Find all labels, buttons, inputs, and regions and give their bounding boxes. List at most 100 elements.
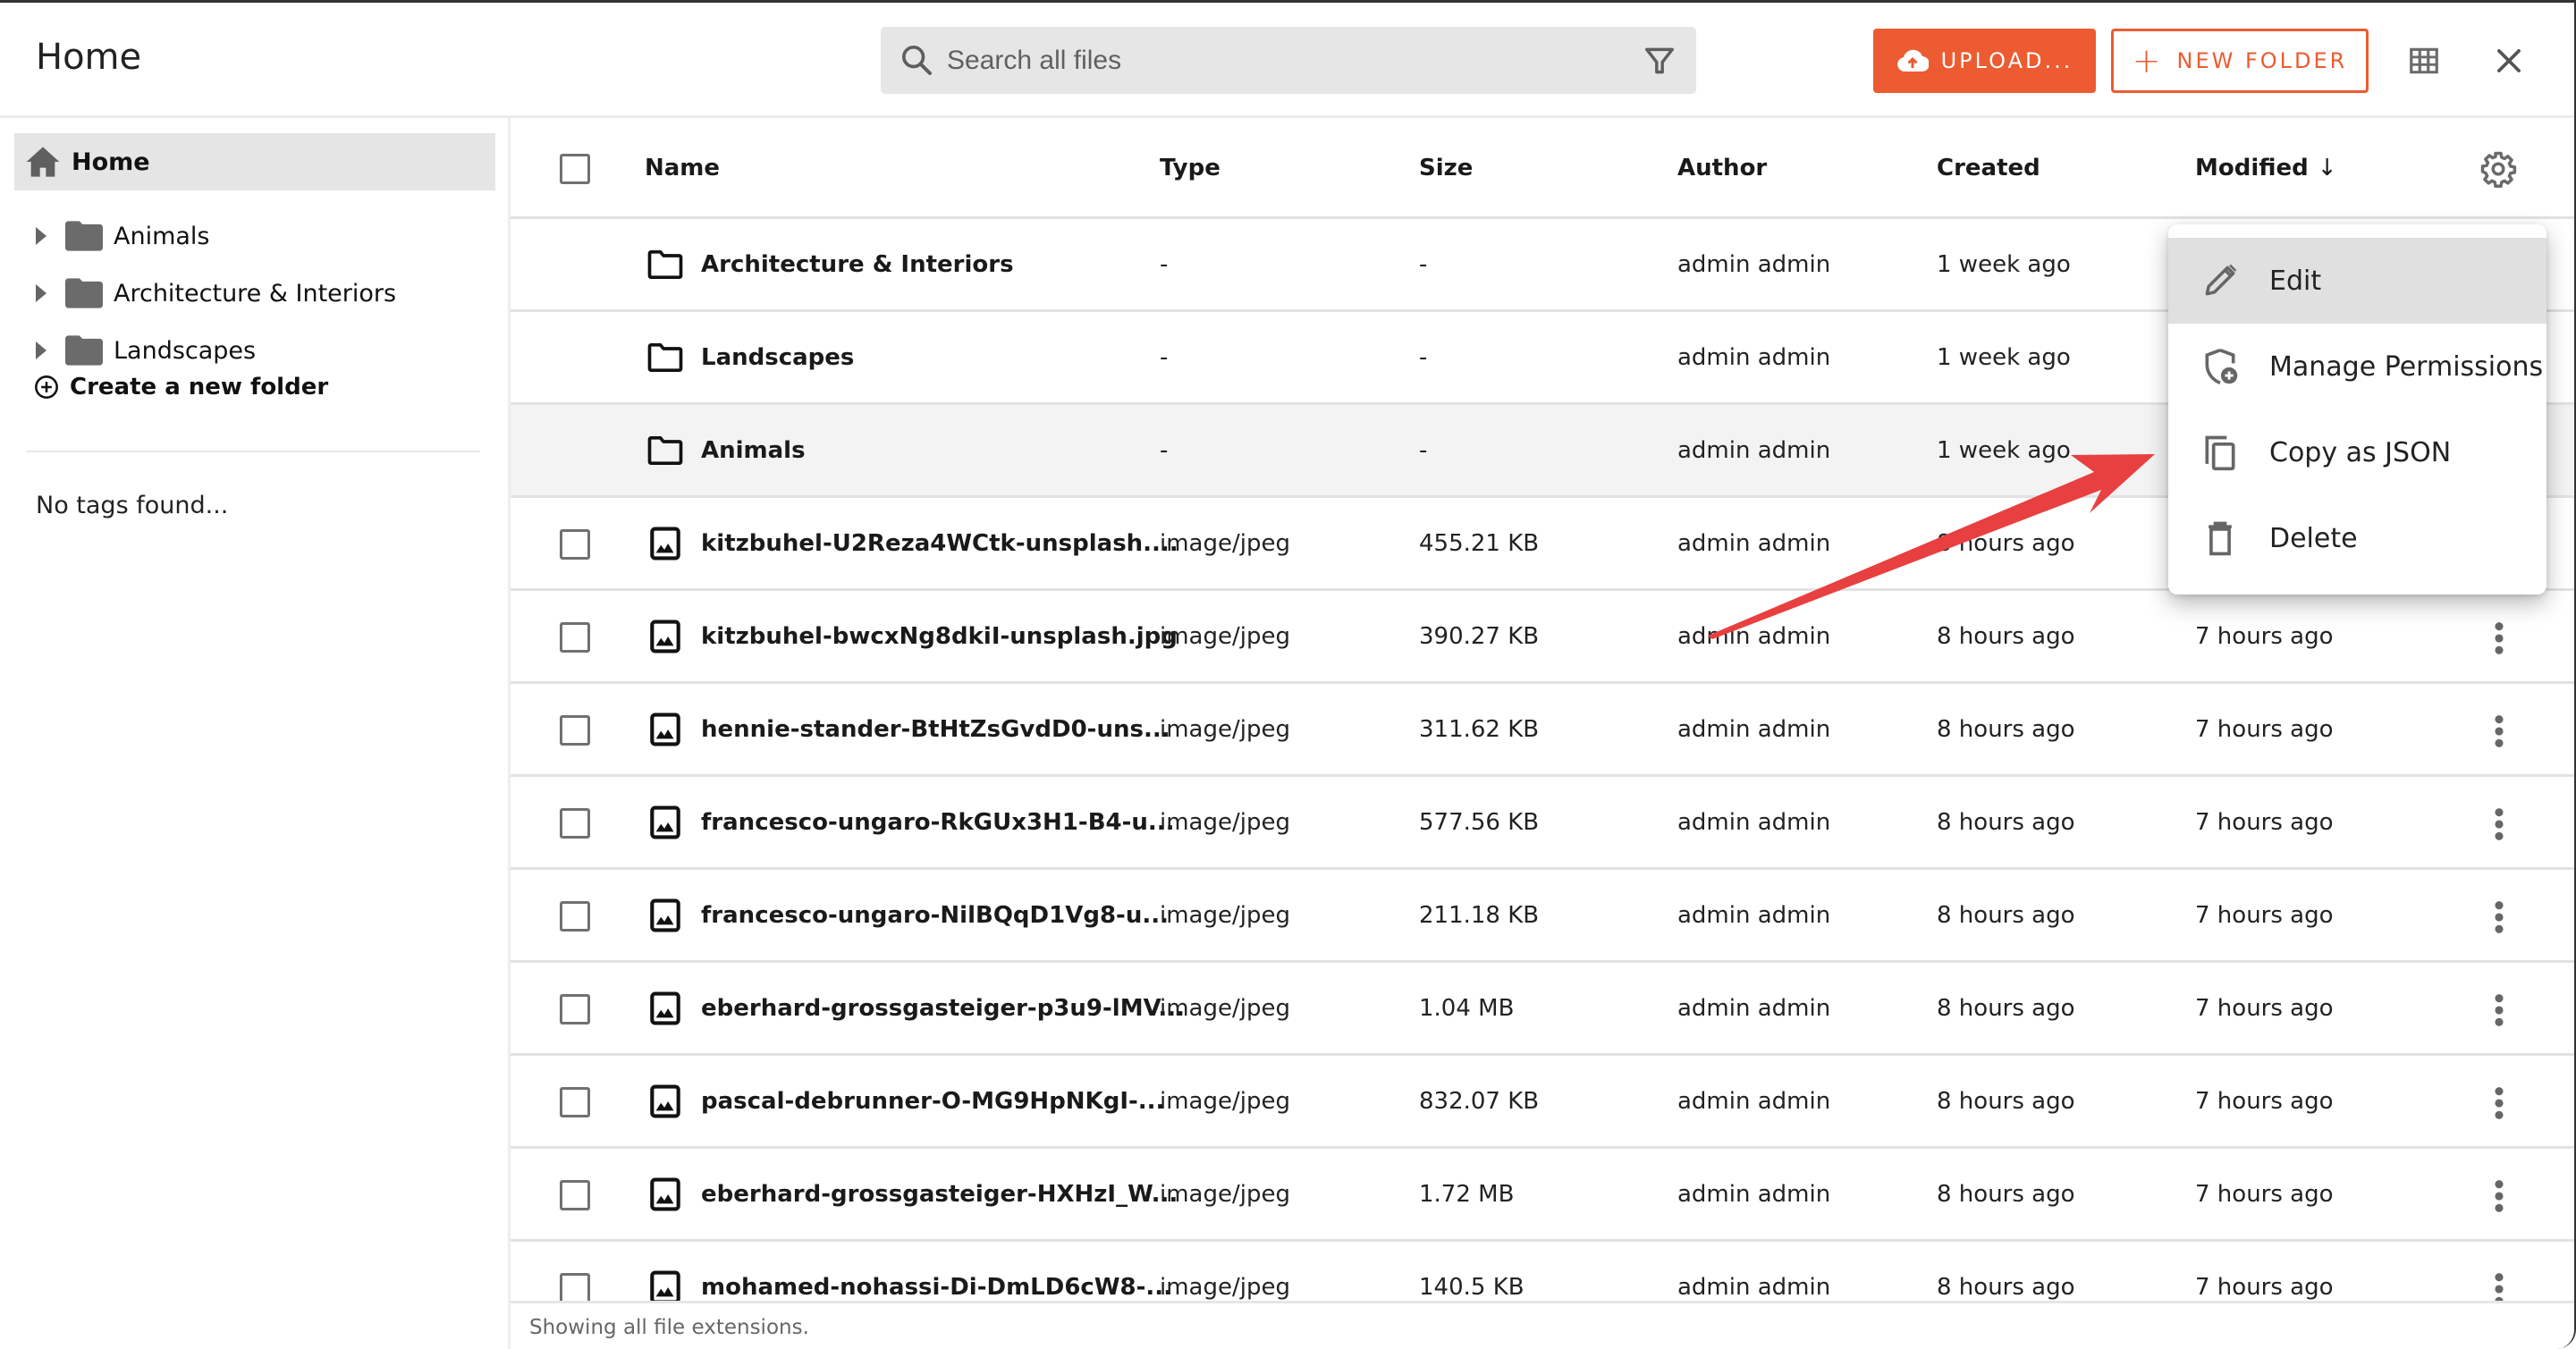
file-created: 1 week ago [1937,344,2071,371]
new-folder-button[interactable]: + NEW FOLDER [2111,29,2369,93]
menu-item-copy-as-json[interactable]: Copy as JSON [2168,409,2546,495]
column-header-type[interactable]: Type [1160,155,1220,181]
file-name[interactable]: kitzbuhel-bwcxNg8dkiI-unsplash.jpg [701,623,1178,650]
caret-right-icon[interactable] [36,341,46,359]
file-author: admin admin [1677,995,1831,1022]
search-input[interactable] [947,36,1591,85]
table-row[interactable]: mohamed-nohassi-Di-DmLD6cW8-... image/jpe… [511,1242,2574,1301]
row-checkbox[interactable] [560,622,590,653]
row-checkbox[interactable] [560,1087,590,1117]
sidebar-item-architecture-interiors[interactable]: Architecture & Interiors [0,266,483,320]
cloud-upload-icon [1896,49,1929,72]
file-name[interactable]: Architecture & Interiors [701,251,1014,278]
create-folder-link[interactable]: Create a new folder [34,374,328,400]
row-checkbox[interactable] [560,715,590,746]
file-created: 8 hours ago [1937,530,2075,557]
row-checkbox[interactable] [560,901,590,932]
row-checkbox[interactable] [560,1273,590,1301]
upload-label: UPLOAD... [1940,48,2073,73]
file-name[interactable]: eberhard-grossgasteiger-p3u9-lMV... [701,995,1185,1022]
file-name[interactable]: eberhard-grossgasteiger-HXHzI_W... [701,1181,1178,1208]
file-name[interactable]: francesco-ungaro-NilBQqD1Vg8-u... [701,902,1169,929]
close-icon[interactable] [2492,44,2526,78]
gear-icon[interactable] [2479,150,2517,188]
table-row[interactable]: francesco-ungaro-RkGUx3H1-B4-u... image/j… [511,777,2574,870]
row-checkbox[interactable] [560,1180,590,1210]
sidebar-item-home[interactable]: Home [14,133,495,190]
row-checkbox[interactable] [560,808,590,839]
table-row[interactable]: francesco-ungaro-NilBQqD1Vg8-u... image/j… [511,870,2574,963]
file-name[interactable]: Landscapes [701,344,854,371]
file-author: admin admin [1677,902,1831,929]
file-type: - [1160,251,1169,278]
more-vert-icon[interactable] [2494,807,2504,841]
more-vert-icon[interactable] [2494,1179,2504,1213]
file-created: 8 hours ago [1937,1274,2075,1301]
table-row[interactable]: pascal-debrunner-O-MG9HpNKgI-... image/jp… [511,1056,2574,1149]
menu-item-manage-permissions[interactable]: Manage Permissions [2168,324,2546,409]
image-file-icon [650,1177,680,1211]
table-row[interactable]: eberhard-grossgasteiger-HXHzI_W... image/… [511,1149,2574,1242]
file-name[interactable]: pascal-debrunner-O-MG9HpNKgI-... [701,1088,1164,1115]
file-created: 8 hours ago [1937,995,2075,1022]
sidebar-home-label: Home [72,148,150,176]
sidebar-divider [26,451,480,452]
column-header-modified[interactable]: Modified ↓ [2195,155,2337,181]
file-name[interactable]: Animals [701,437,806,464]
more-vert-icon[interactable] [2494,900,2504,934]
image-file-icon [650,1084,680,1118]
sidebar-item-animals[interactable]: Animals [0,209,483,263]
caret-right-icon[interactable] [36,227,46,245]
page-title: Home [36,37,142,78]
footer-text: Showing all file extensions. [529,1316,809,1339]
column-header-author[interactable]: Author [1677,155,1767,181]
file-size: - [1419,344,1428,371]
grid-view-icon[interactable] [2407,44,2441,78]
select-all-checkbox[interactable] [560,154,590,184]
status-footer: Showing all file extensions. [511,1301,2574,1349]
table-row[interactable]: kitzbuhel-bwcxNg8dkiI-unsplash.jpg image/… [511,591,2574,684]
image-file-icon [650,898,680,932]
file-name[interactable]: kitzbuhel-U2Reza4WCtk-unsplash.... [701,530,1178,557]
file-created: 8 hours ago [1937,1181,2075,1208]
row-checkbox[interactable] [560,994,590,1024]
table-row[interactable]: eberhard-grossgasteiger-p3u9-lMV... image… [511,963,2574,1056]
row-checkbox[interactable] [560,529,590,560]
upload-button[interactable]: UPLOAD... [1873,29,2096,93]
more-vert-icon[interactable] [2494,1086,2504,1120]
file-modified: 7 hours ago [2195,1181,2334,1208]
sidebar: Home Animals Architecture & Interiors La… [0,118,511,1349]
more-vert-icon[interactable] [2494,621,2504,655]
menu-item-delete[interactable]: Delete [2168,495,2546,581]
file-type: image/jpeg [1160,623,1290,650]
file-type: image/jpeg [1160,1088,1290,1115]
file-created: 8 hours ago [1937,902,2075,929]
file-modified: 7 hours ago [2195,902,2334,929]
file-name[interactable]: francesco-ungaro-RkGUx3H1-B4-u... [701,809,1175,836]
file-modified: 7 hours ago [2195,1274,2334,1301]
folder-icon [65,221,103,251]
file-created: 8 hours ago [1937,1088,2075,1115]
sidebar-item-landscapes[interactable]: Landscapes [0,324,483,377]
add-circle-icon [35,375,58,399]
menu-item-label: Copy as JSON [2269,436,2452,468]
filter-icon[interactable] [1643,43,1677,79]
file-size: 390.27 KB [1419,623,1540,650]
caret-right-icon[interactable] [36,284,46,302]
more-vert-icon[interactable] [2494,714,2504,748]
file-name[interactable]: hennie-stander-BtHtZsGvdD0-uns... [701,716,1170,743]
column-header-size[interactable]: Size [1419,155,1473,181]
image-file-icon [650,712,680,746]
table-row[interactable]: hennie-stander-BtHtZsGvdD0-uns... image/j… [511,684,2574,777]
folder-icon [65,335,103,366]
menu-item-edit[interactable]: Edit [2168,238,2546,324]
more-vert-icon[interactable] [2494,1272,2504,1301]
file-modified: 7 hours ago [2195,1088,2334,1115]
more-vert-icon[interactable] [2494,993,2504,1027]
column-header-created[interactable]: Created [1937,155,2040,181]
menu-item-label: Manage Permissions [2269,350,2544,383]
search-bar[interactable] [881,27,1696,94]
file-name[interactable]: mohamed-nohassi-Di-DmLD6cW8-... [701,1274,1172,1301]
file-created: 8 hours ago [1937,716,2075,743]
column-header-name[interactable]: Name [645,155,720,181]
